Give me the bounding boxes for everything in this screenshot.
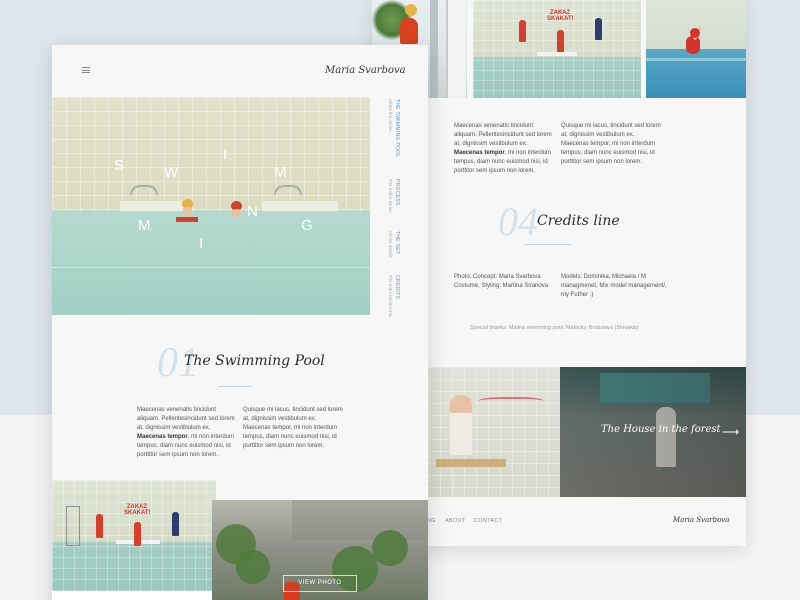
section-number: 04 bbox=[498, 199, 538, 244]
swimmer-figure bbox=[172, 512, 179, 536]
credits-title: Credits line bbox=[537, 213, 620, 229]
swimmer-face bbox=[183, 207, 192, 215]
side-nav-subtitle: The team behind this bbox=[388, 275, 393, 318]
arrow-right-icon[interactable]: ⟶ bbox=[722, 426, 739, 438]
hero-letter: G bbox=[301, 217, 313, 234]
credits-right: Models: Dominika, Michaela / M managmene… bbox=[561, 274, 667, 298]
view-photo-button[interactable]: VIEW PHOTO bbox=[283, 575, 357, 592]
swimmer-suit bbox=[176, 217, 198, 222]
hero-letter: N bbox=[247, 203, 258, 220]
title-underline bbox=[218, 386, 252, 387]
house-photo-left[interactable] bbox=[428, 367, 560, 497]
brand-logo[interactable]: Maria Svarbova bbox=[325, 65, 406, 76]
pool-ladder bbox=[274, 185, 302, 195]
side-nav-item-swimming-pool[interactable]: THE SWIMMING POOL About the series bbox=[388, 99, 400, 157]
next-project-title[interactable]: The House in the forest bbox=[601, 424, 721, 435]
side-nav-title: CREDITS bbox=[394, 275, 400, 300]
side-nav-subtitle: About the series bbox=[388, 99, 393, 132]
back-text-col2: Quisque mi lacus, tincidunt sed lorem at… bbox=[561, 123, 661, 165]
side-nav-title: PROCESS bbox=[394, 179, 400, 206]
special-thanks: Special thanks: Malina swimming pool, Ma… bbox=[470, 325, 639, 331]
water bbox=[52, 211, 370, 315]
swimmer-cap bbox=[690, 28, 700, 38]
person-figure bbox=[450, 395, 472, 455]
footer-nav-about[interactable]: ABOUT bbox=[445, 518, 465, 524]
pool-photo-diver[interactable] bbox=[646, 0, 746, 98]
text: Maecenas venenatis tincidunt aliquam. Pe… bbox=[137, 407, 235, 431]
swimmer-figure bbox=[595, 18, 602, 40]
door bbox=[66, 506, 80, 546]
lane-line bbox=[646, 58, 746, 61]
wall-writing bbox=[478, 397, 544, 407]
side-nav-title: THE SET bbox=[394, 231, 400, 255]
pool-sign: ZAKAZ SKAKAT! bbox=[124, 504, 151, 516]
hero-letter: I bbox=[199, 235, 204, 252]
side-nav-subtitle: The entire series bbox=[388, 179, 393, 213]
text: Maecenas venenatis tincidunt aliquam. Pe… bbox=[454, 123, 552, 147]
tile-wall bbox=[52, 97, 370, 211]
plant-leaf bbox=[236, 550, 270, 584]
section-text-col1: Maecenas venenatis tincidunt aliquam. Pe… bbox=[137, 406, 237, 460]
tile-grid bbox=[428, 367, 560, 497]
swimmer-figure bbox=[96, 514, 103, 538]
back-text-col1: Maecenas venenatis tincidunt aliquam. Pe… bbox=[454, 122, 554, 176]
footer-nav-contact[interactable]: CONTACT bbox=[474, 518, 502, 524]
pool-ladder bbox=[130, 185, 158, 195]
swimmer-cap bbox=[405, 4, 417, 16]
swimmer-face bbox=[232, 209, 241, 217]
hero-letter: M bbox=[138, 217, 151, 234]
window-frame bbox=[430, 0, 438, 98]
ceiling bbox=[292, 500, 428, 540]
hero-letter: M bbox=[274, 164, 287, 181]
hero-letter: S bbox=[114, 157, 125, 174]
side-nav-item-the-set[interactable]: THE SET All the details bbox=[388, 231, 400, 258]
pool-step bbox=[262, 201, 338, 211]
swimmer-figure bbox=[134, 522, 141, 546]
title-underline bbox=[524, 244, 572, 245]
hamburger-menu-icon[interactable] bbox=[82, 67, 90, 73]
bench bbox=[436, 459, 506, 467]
side-nav-item-credits[interactable]: CREDITS The team behind this bbox=[388, 275, 400, 317]
footer-brand[interactable]: Maria Svarbova bbox=[673, 516, 729, 524]
section-title: The Swimming Pool bbox=[184, 353, 325, 369]
pool-step bbox=[120, 201, 190, 211]
hero-letter: W bbox=[164, 164, 179, 181]
section-text-col2: Quisque mi lacus, tincidunt sed lorem at… bbox=[243, 407, 343, 449]
text-bold: Maecenas tempor bbox=[454, 150, 505, 156]
pool-sign: ZAKAZ SKAKAT! bbox=[547, 10, 574, 22]
hero-image: S W I M M I N G bbox=[52, 97, 370, 315]
bench bbox=[537, 52, 577, 56]
swimmer-figure bbox=[519, 20, 526, 42]
hero-letter: I bbox=[223, 146, 228, 163]
credits-left: Photo, Concept: Maria Svarbova Costume, … bbox=[454, 274, 549, 289]
swimmer-figure bbox=[557, 30, 564, 52]
gallery-photo-pool[interactable]: ZAKAZ SKAKAT! bbox=[52, 480, 216, 591]
swimmer-figure bbox=[400, 18, 418, 44]
window-frame bbox=[446, 0, 466, 98]
gallery-caption-area bbox=[52, 591, 216, 600]
pool-photo-group[interactable]: ZAKAZ SKAKAT! bbox=[473, 0, 641, 98]
side-nav-subtitle: All the details bbox=[388, 231, 393, 258]
plant-leaf bbox=[372, 530, 408, 566]
side-nav-item-process[interactable]: PROCESS The entire series bbox=[388, 179, 400, 213]
water-line bbox=[52, 267, 370, 268]
text-bold: Maecenas tempor bbox=[137, 434, 188, 440]
side-nav-title: THE SWIMMING POOL bbox=[394, 99, 400, 158]
